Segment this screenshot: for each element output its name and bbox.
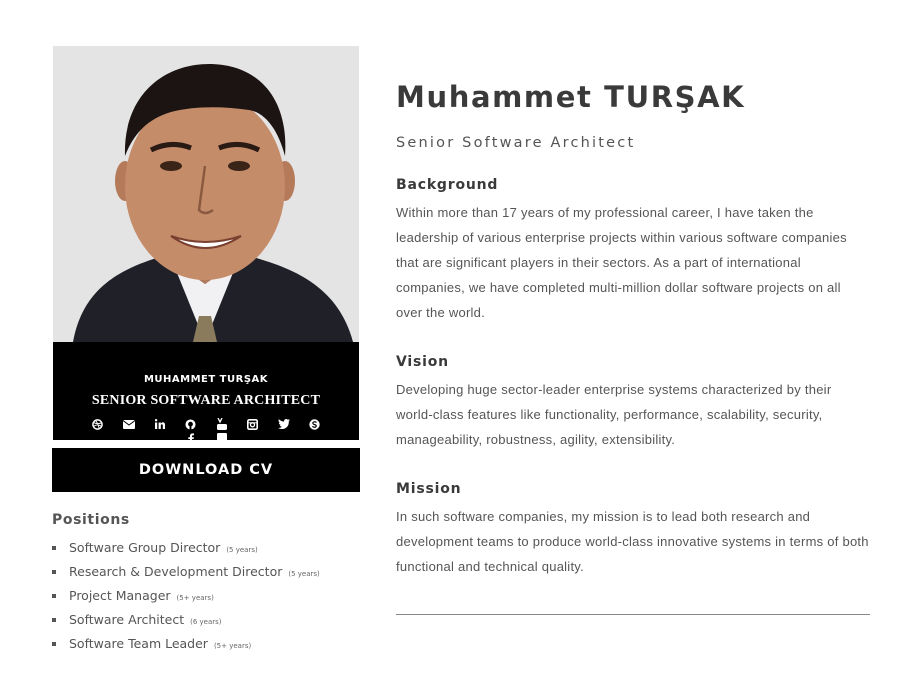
position-years: (5 years) bbox=[226, 546, 258, 554]
profile-photo bbox=[53, 46, 359, 342]
dribbble-icon[interactable] bbox=[82, 417, 113, 431]
position-title: Software Architect bbox=[69, 612, 185, 627]
twitter-icon[interactable] bbox=[268, 417, 299, 431]
divider bbox=[396, 614, 870, 615]
instagram-icon[interactable] bbox=[237, 417, 268, 431]
github-icon[interactable] bbox=[175, 417, 206, 431]
section-text: In such software companies, my mission i… bbox=[396, 509, 869, 574]
background-section: Background Within more than 17 years of … bbox=[396, 176, 870, 325]
profile-card: MUHAMMET TURŞAK SENIOR SOFTWARE ARCHITEC… bbox=[53, 342, 359, 440]
page-subtitle: Senior Software Architect bbox=[396, 135, 636, 151]
social-links-row-2 bbox=[53, 431, 359, 440]
page-title: Muhammet TURŞAK bbox=[396, 80, 746, 114]
position-years: (5 years) bbox=[288, 570, 320, 578]
section-heading: Vision bbox=[396, 354, 449, 370]
facebook-icon[interactable] bbox=[175, 431, 206, 440]
position-title: Project Manager bbox=[69, 588, 171, 603]
section-heading: Mission bbox=[396, 481, 462, 497]
position-title: Research & Development Director bbox=[69, 564, 283, 579]
card-name: MUHAMMET TURŞAK bbox=[143, 374, 269, 385]
section-heading: Background bbox=[396, 177, 499, 193]
linkedin-icon[interactable] bbox=[144, 417, 175, 431]
download-cv-button[interactable]: DOWNLOAD CV bbox=[52, 448, 360, 492]
card-title: SENIOR SOFTWARE ARCHITECT bbox=[91, 393, 321, 408]
position-title: Software Team Leader bbox=[69, 636, 208, 651]
profile-sidebar: MUHAMMET TURŞAK SENIOR SOFTWARE ARCHITEC… bbox=[52, 46, 360, 657]
flickr-icon[interactable] bbox=[206, 431, 237, 440]
position-years: (5+ years) bbox=[213, 642, 252, 650]
list-item: Software Group Director (5 years) bbox=[52, 537, 360, 561]
position-years: (6 years) bbox=[190, 618, 222, 626]
position-years: (5+ years) bbox=[176, 594, 214, 602]
positions-list: Software Group Director (5 years) Resear… bbox=[52, 537, 360, 657]
section-text: Within more than 17 years of my professi… bbox=[396, 205, 847, 320]
positions-heading: Positions bbox=[52, 512, 130, 528]
position-title: Software Group Director bbox=[69, 540, 221, 555]
vision-section: Vision Developing huge sector-leader ent… bbox=[396, 353, 870, 452]
social-links bbox=[53, 417, 359, 431]
section-text: Developing huge sector-leader enterprise… bbox=[396, 382, 832, 447]
profile-main: Muhammet TURŞAK Senior Software Architec… bbox=[396, 78, 870, 615]
list-item: Software Architect (6 years) bbox=[52, 609, 360, 633]
youtube-icon[interactable] bbox=[206, 417, 237, 431]
list-item: Research & Development Director (5 years… bbox=[52, 561, 360, 585]
list-item: Software Team Leader (5+ years) bbox=[52, 633, 360, 657]
email-icon[interactable] bbox=[113, 417, 144, 431]
list-item: Project Manager (5+ years) bbox=[52, 585, 360, 609]
mission-section: Mission In such software companies, my m… bbox=[396, 480, 870, 579]
skype-icon[interactable] bbox=[299, 417, 330, 431]
